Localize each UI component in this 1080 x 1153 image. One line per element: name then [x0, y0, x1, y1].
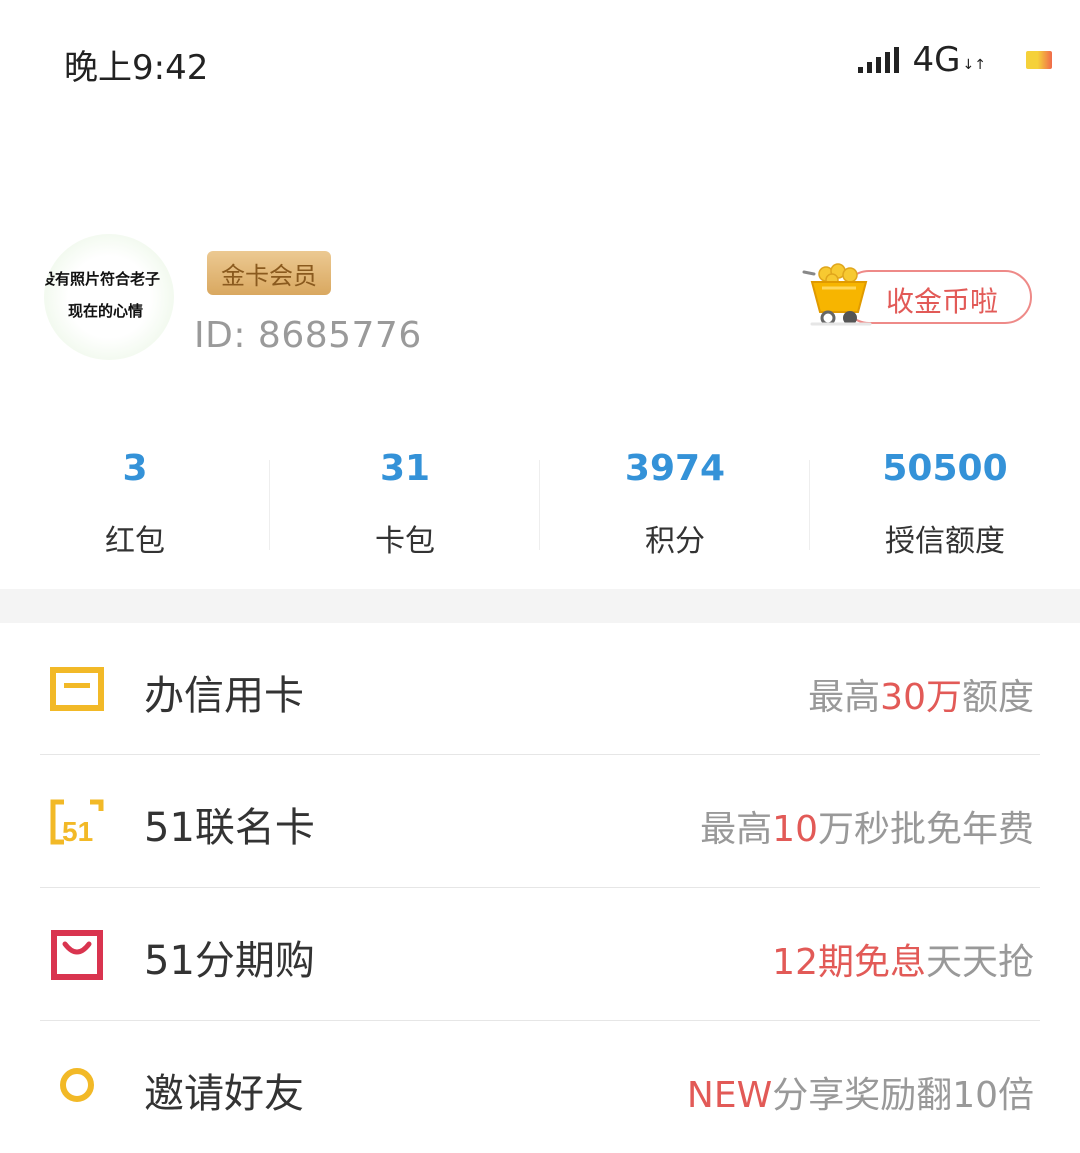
- stat-credit-limit[interactable]: 50500 授信额度: [810, 440, 1080, 560]
- menu-item-invite-friends[interactable]: 邀请好友 NEW分享奖励翻10倍: [0, 1021, 1080, 1153]
- stat-value: 31: [379, 448, 431, 489]
- stat-label: 积分: [645, 524, 705, 559]
- member-badge[interactable]: 金卡会员: [207, 251, 331, 295]
- credit-card-icon: [50, 667, 104, 711]
- signal-icon: [857, 47, 899, 73]
- menu-label: 51联名卡: [144, 805, 315, 851]
- shopping-bag-icon: [51, 930, 103, 980]
- stat-points[interactable]: 3974 积分: [540, 440, 810, 560]
- menu-label: 办信用卡: [144, 673, 304, 719]
- stat-label: 卡包: [375, 524, 435, 559]
- menu-description: 最高10万秒批免年费: [700, 809, 1034, 850]
- svg-text:51: 51: [62, 816, 93, 847]
- collect-coins-label[interactable]: 收金币啦: [886, 280, 998, 320]
- status-bar: 晚上9:42 4G ↓↑: [0, 0, 1080, 120]
- stat-card-wallet[interactable]: 31 卡包: [270, 440, 540, 560]
- avatar-text-line2: 现在的心情: [68, 302, 144, 320]
- stat-value: 50500: [882, 448, 1008, 489]
- menu-description: 12期免息天天抢: [772, 942, 1034, 983]
- menu-item-credit-card[interactable]: 办信用卡 最高30万额度: [0, 623, 1080, 755]
- coin-cart-icon[interactable]: [800, 262, 880, 328]
- stat-value: 3974: [624, 448, 726, 489]
- menu-description: NEW分享奖励翻10倍: [686, 1075, 1034, 1116]
- menu-description: 最高30万额度: [808, 677, 1034, 718]
- menu-label: 邀请好友: [144, 1071, 304, 1117]
- network-label: 4G: [912, 40, 961, 80]
- stats-row: 3 红包 31 卡包 3974 积分 50500 授信额度: [0, 440, 1080, 560]
- stat-red-packet[interactable]: 3 红包: [0, 440, 270, 560]
- user-id: ID: 8685776: [194, 315, 422, 356]
- battery-icon: [1026, 51, 1052, 69]
- status-time: 晚上9:42: [64, 48, 209, 88]
- section-gap: [0, 589, 1080, 623]
- avatar[interactable]: 没有照片符合老子 现在的心情: [44, 234, 174, 360]
- stat-value: 3: [122, 448, 148, 489]
- avatar-text-line1: 没有照片符合老子: [44, 270, 161, 288]
- menu-item-cobrand-card[interactable]: 51 51联名卡 最高10万秒批免年费: [0, 755, 1080, 887]
- menu-item-installment[interactable]: 51分期购 12期免息天天抢: [0, 888, 1080, 1020]
- network-arrows-icon: ↓↑: [962, 57, 986, 73]
- invite-friend-icon: [60, 1068, 94, 1102]
- menu-label: 51分期购: [144, 938, 315, 984]
- status-indicators: 4G ↓↑: [857, 40, 1052, 80]
- stat-label: 红包: [105, 524, 165, 559]
- cobrand-card-icon: 51: [50, 799, 104, 847]
- stat-label: 授信额度: [885, 524, 1005, 559]
